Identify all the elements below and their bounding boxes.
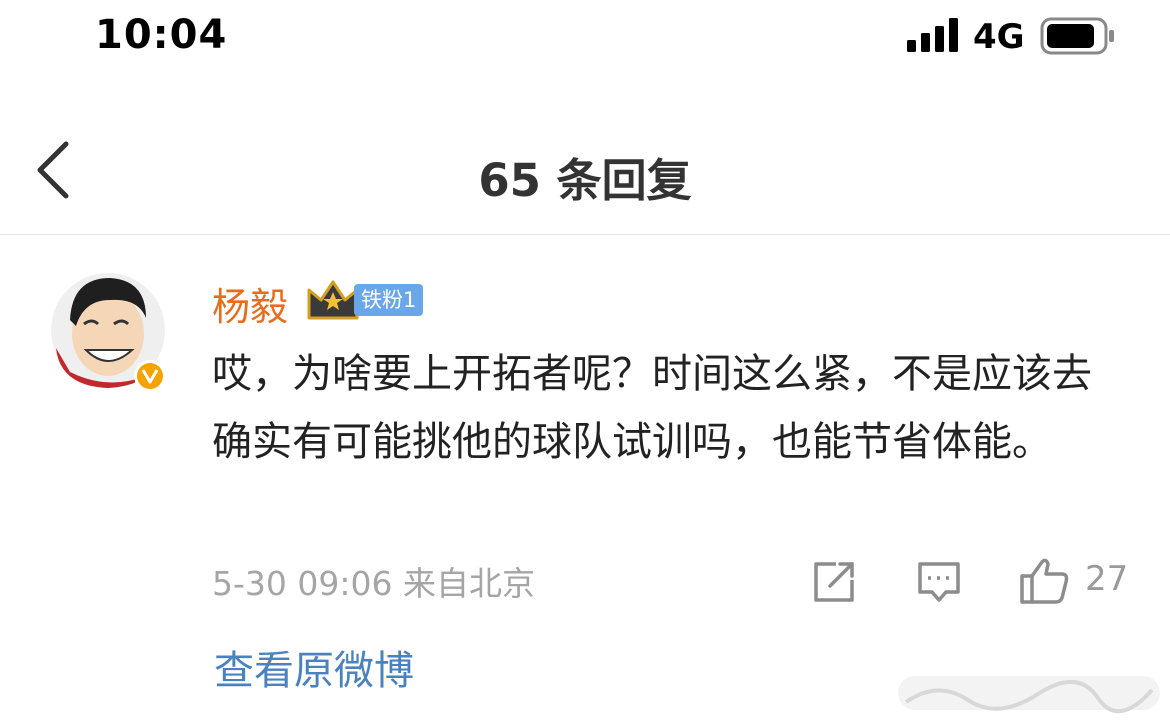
username[interactable]: 杨毅 bbox=[212, 276, 288, 331]
status-bar: 10:04 4G bbox=[0, 0, 1170, 80]
comment-icon[interactable] bbox=[916, 560, 962, 604]
comment-text: 哎，为啥要上开拓者呢？时间这么紧，不是应该去确实有可能挑他的球队试训吗，也能节省… bbox=[212, 351, 1092, 465]
share-icon[interactable] bbox=[812, 560, 856, 604]
like-count: 27 bbox=[1085, 559, 1129, 599]
page-title: 65 条回复 bbox=[478, 154, 692, 207]
nav-bar: 65 条回复 bbox=[0, 118, 1170, 235]
comment-meta: 5-30 09:06 来自北京 bbox=[212, 564, 535, 603]
watermark-graphic bbox=[898, 676, 1160, 714]
like-icon[interactable] bbox=[1018, 556, 1070, 604]
network-type: 4G bbox=[973, 17, 1025, 57]
crown-icon bbox=[307, 280, 359, 320]
battery-icon bbox=[1040, 17, 1114, 55]
view-original-link[interactable]: 查看原微博 bbox=[214, 638, 414, 696]
fan-badge: 铁粉1 bbox=[354, 284, 424, 316]
status-time: 10:04 bbox=[95, 12, 228, 58]
avatar[interactable] bbox=[50, 268, 172, 394]
verified-v-icon bbox=[137, 363, 163, 389]
signal-icon bbox=[907, 18, 958, 52]
